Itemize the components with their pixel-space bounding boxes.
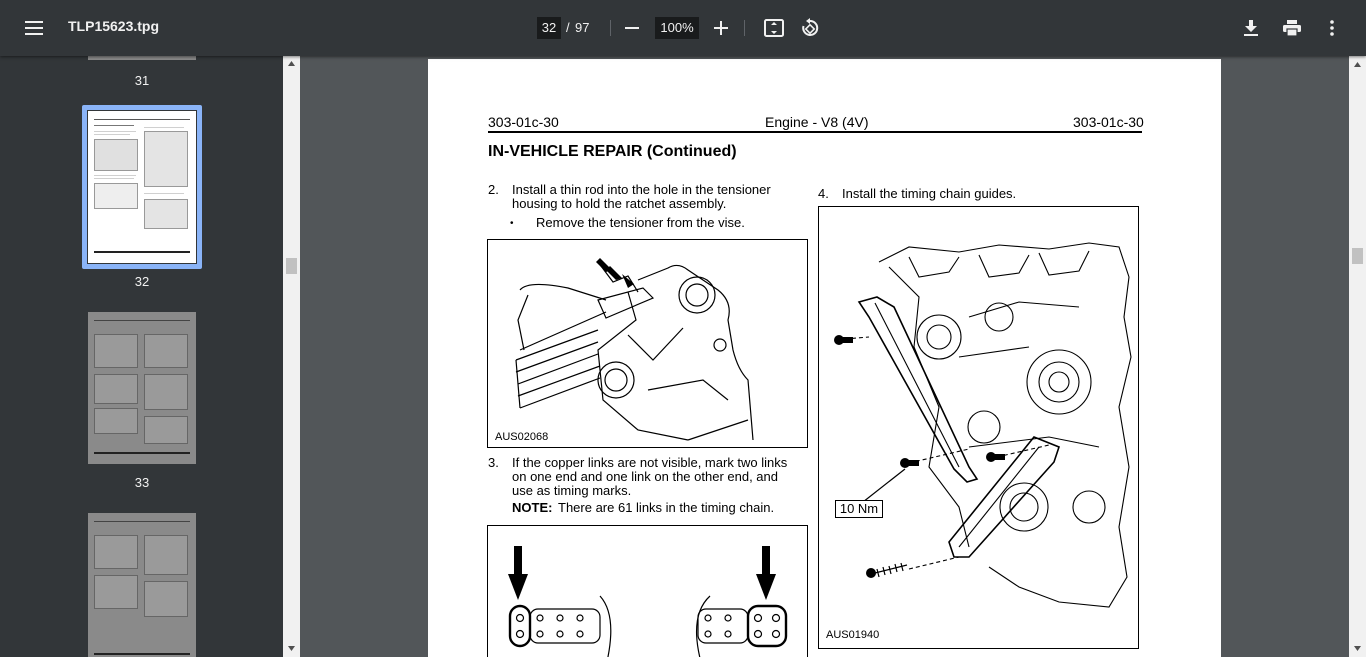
thumbnail-image <box>88 111 196 263</box>
figure-tensioner: AUS02068 <box>487 239 808 448</box>
page-header-center: Engine - V8 (4V) <box>765 114 869 130</box>
thumbnail-page-32[interactable] <box>88 111 196 263</box>
thumbnail-label: 31 <box>134 73 150 88</box>
step-text-line: If the copper links are not visible, mar… <box>512 455 788 470</box>
download-button[interactable] <box>1235 12 1267 44</box>
menu-button[interactable] <box>18 12 50 44</box>
rotate-icon <box>802 18 819 36</box>
rotate-button[interactable] <box>794 12 826 44</box>
scroll-up-icon <box>1354 62 1361 67</box>
page-header-right: 303-01c-30 <box>1073 114 1144 130</box>
sidebar-scroll-thumb[interactable] <box>286 258 297 274</box>
more-vert-icon <box>1330 20 1334 36</box>
zoom-input[interactable]: 100% <box>655 17 699 39</box>
document-scrollbar[interactable] <box>1349 56 1366 657</box>
document-title: TLP15623.tpg <box>68 18 160 34</box>
page-total: 97 <box>575 20 590 35</box>
page-number-input[interactable]: 32 <box>537 17 561 39</box>
figure-id: AUS01940 <box>826 629 880 641</box>
download-icon <box>1244 20 1258 36</box>
document-scroll-thumb[interactable] <box>1352 248 1363 264</box>
pdf-page: 303-01c-30 Engine - V8 (4V) 303-01c-30 I… <box>428 59 1221 657</box>
scroll-down-icon <box>288 646 295 651</box>
step-number: 2. <box>488 182 499 197</box>
thumbnail-page-33[interactable] <box>88 312 196 464</box>
torque-callout: 10 Nm <box>835 500 883 518</box>
pdf-toolbar: TLP15623.tpg 32 / 97 100% <box>0 0 1366 56</box>
page-header-left: 303-01c-30 <box>488 114 559 130</box>
thumbnail-image <box>88 56 196 60</box>
toolbar-divider <box>610 20 611 36</box>
step-number: 4. <box>818 186 829 201</box>
thumbnail-page-31[interactable] <box>88 56 196 60</box>
menu-icon <box>25 21 43 35</box>
note-label: NOTE: <box>512 500 553 515</box>
step-text-line: Install a thin rod into the hole in the … <box>512 182 771 197</box>
fit-page-button[interactable] <box>758 12 790 44</box>
fit-page-icon <box>764 19 784 37</box>
thumbnail-page-34[interactable] <box>88 513 196 657</box>
tensioner-illustration <box>515 258 754 441</box>
step-text-line: Install the timing chain guides. <box>842 186 1017 201</box>
document-viewer: 303-01c-30 Engine - V8 (4V) 303-01c-30 I… <box>300 56 1349 657</box>
thumbnail-image <box>88 312 196 464</box>
print-icon <box>1283 20 1301 36</box>
step-text-line: use as timing marks. <box>512 483 632 498</box>
scroll-up-icon <box>288 61 295 66</box>
figure-timing-chain <box>487 525 808 657</box>
section-title: IN-VEHICLE REPAIR (Continued) <box>488 143 737 160</box>
bullet-text: Remove the tensioner from the vise. <box>536 215 745 230</box>
figure-timing-chain-guides: 10 Nm AUS01940 <box>818 206 1139 649</box>
zoom-out-icon <box>625 27 639 29</box>
figure-id: AUS02068 <box>495 431 549 443</box>
page-separator: / <box>566 20 570 35</box>
zoom-out-button[interactable] <box>616 12 648 44</box>
more-options-button[interactable] <box>1316 12 1348 44</box>
header-rule <box>488 131 1142 133</box>
bullet-icon: • <box>510 218 514 229</box>
step-text-line: housing to hold the ratchet assembly. <box>512 196 727 211</box>
toolbar-divider <box>744 20 745 36</box>
zoom-in-button[interactable] <box>705 12 737 44</box>
step-number: 3. <box>488 455 499 470</box>
timing-chain-illustration <box>508 546 788 657</box>
sidebar-scrollbar[interactable] <box>283 56 300 657</box>
scroll-down-icon <box>1354 646 1361 651</box>
engine-guides-illustration <box>834 242 1132 608</box>
note-text: There are 61 links in the timing chain. <box>558 500 775 515</box>
thumbnail-label: 32 <box>134 274 150 289</box>
thumbnail-label: 33 <box>134 475 150 490</box>
thumbnail-sidebar: 31 32 33 <box>0 56 283 657</box>
step-text-line: on one end and one link on the other end… <box>512 469 778 484</box>
print-button[interactable] <box>1276 12 1308 44</box>
thumbnail-image <box>88 513 196 657</box>
zoom-in-icon <box>714 21 728 35</box>
